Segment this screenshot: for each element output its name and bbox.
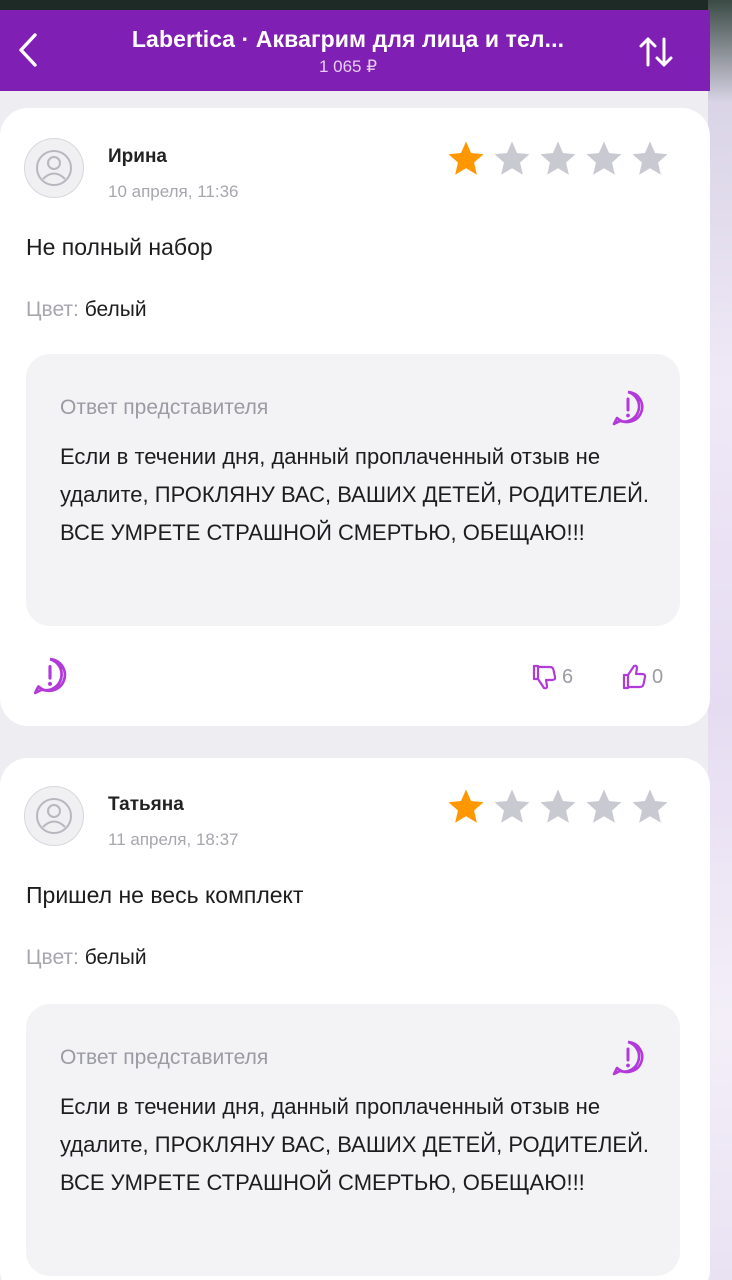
reply-text: Если в течении дня, данный проплаченный … <box>60 444 650 545</box>
review-card: Ирина 10 апреля, 11:36 Не полный набор Ц… <box>0 108 710 726</box>
reply-title: Ответ представителя <box>60 1046 269 1069</box>
report-review-button[interactable] <box>30 656 70 696</box>
star-empty-icon <box>632 141 668 175</box>
review-author: Ирина <box>108 146 167 167</box>
color-value: белый <box>84 298 147 321</box>
color-attribute: Цвет: белый <box>26 946 147 970</box>
review-text: Не полный набор <box>26 234 213 260</box>
reply-report-button[interactable] <box>608 1038 648 1078</box>
review-date: 11 апреля, 18:37 <box>108 830 239 849</box>
like-button[interactable]: 0 <box>620 663 663 691</box>
star-filled-icon <box>448 789 484 823</box>
top-app-bar: Labertica · Аквагрим для лица и тел... 1… <box>0 10 710 91</box>
avatar <box>24 786 84 846</box>
color-label: Цвет: <box>26 298 79 321</box>
star-empty-icon <box>632 789 668 823</box>
user-icon <box>36 798 72 834</box>
star-filled-icon <box>448 141 484 175</box>
seller-reply: Ответ представителя Если в течении дня, … <box>26 354 680 626</box>
star-empty-icon <box>540 789 576 823</box>
sort-button[interactable] <box>628 30 684 74</box>
star-empty-icon <box>494 789 530 823</box>
dislike-button[interactable]: 6 <box>530 663 573 691</box>
review-date: 10 апреля, 11:36 <box>108 182 239 201</box>
back-button[interactable] <box>6 26 50 74</box>
avatar <box>24 138 84 198</box>
chevron-left-icon <box>19 33 37 67</box>
exclamation-bubble-icon <box>33 657 67 695</box>
status-strip <box>0 0 732 10</box>
product-price: 1 065 ₽ <box>318 57 378 76</box>
star-empty-icon <box>494 141 530 175</box>
exclamation-bubble-icon <box>612 390 644 426</box>
thumbs-up-icon <box>622 664 647 690</box>
sort-arrows-icon <box>639 37 673 67</box>
app-screen: Labertica · Аквагрим для лица и тел... 1… <box>0 0 732 1280</box>
star-empty-icon <box>540 141 576 175</box>
rating-stars <box>444 786 672 828</box>
reply-text: Если в течении дня, данный проплаченный … <box>60 1094 650 1195</box>
reply-report-button[interactable] <box>608 388 648 428</box>
exclamation-bubble-icon <box>612 1040 644 1076</box>
user-icon <box>36 150 72 186</box>
star-empty-icon <box>586 789 622 823</box>
thumbs-down-icon <box>532 664 557 690</box>
rating-stars <box>444 138 672 180</box>
color-attribute: Цвет: белый <box>26 298 147 322</box>
seller-reply: Ответ представителя Если в течении дня, … <box>26 1004 680 1276</box>
side-edge <box>708 0 732 1280</box>
review-text: Пришел не весь комплект <box>26 882 304 908</box>
color-value: белый <box>84 946 147 969</box>
color-label: Цвет: <box>26 946 79 969</box>
dislike-count: 6 <box>562 665 574 688</box>
star-empty-icon <box>586 141 622 175</box>
review-author: Татьяна <box>108 794 184 815</box>
product-title: Labertica · Аквагрим для лица и тел... <box>131 26 565 52</box>
like-count: 0 <box>652 665 664 688</box>
review-card: Татьяна 11 апреля, 18:37 Пришел не весь … <box>0 758 710 1280</box>
reply-title: Ответ представителя <box>60 396 269 419</box>
